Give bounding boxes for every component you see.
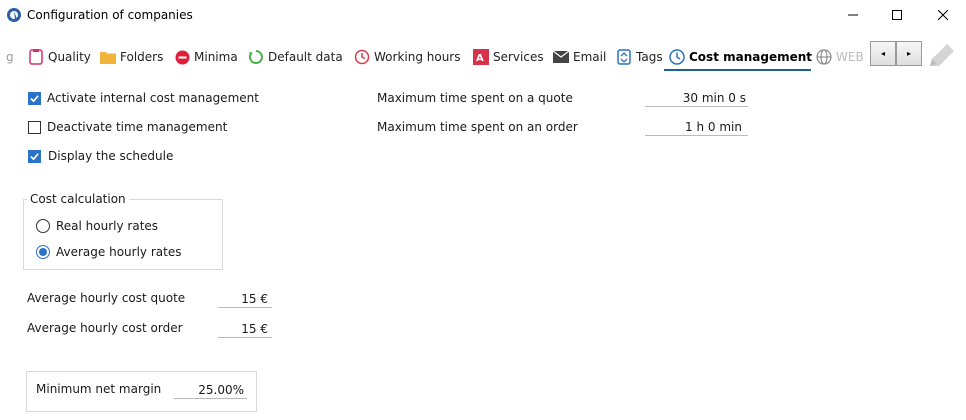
avg-cost-quote-field[interactable]: 15 €: [218, 292, 272, 308]
checkmark-icon: [30, 95, 39, 103]
maximize-icon: [892, 10, 902, 20]
close-icon: [938, 10, 948, 20]
tab-working-hours[interactable]: Working hours: [354, 47, 461, 67]
average-hourly-rates-label: Average hourly rates: [56, 245, 182, 259]
net-margin-field[interactable]: 25.00%: [174, 383, 247, 399]
tab-scroll-right-button[interactable]: ▸: [896, 41, 922, 66]
tags-icon: [616, 49, 632, 65]
max-time-quote-label: Maximum time spent on a quote: [377, 91, 573, 105]
tab-email[interactable]: Email: [553, 47, 606, 67]
window-title: Configuration of companies: [27, 8, 193, 22]
tab-web[interactable]: WEB: [816, 47, 868, 67]
activate-cost-mgmt-checkbox[interactable]: [28, 92, 41, 105]
svg-text:A: A: [476, 53, 484, 64]
edit-pencil-icon[interactable]: [926, 40, 958, 72]
scroll-left-icon: ◂: [880, 49, 885, 58]
tab-default-data[interactable]: Default data: [248, 47, 343, 67]
minimize-icon: [848, 14, 858, 16]
tab-minima[interactable]: Minima: [174, 47, 238, 67]
avg-cost-order-label: Average hourly cost order: [27, 321, 183, 335]
tab-tags[interactable]: Tags: [616, 47, 663, 67]
scroll-right-icon: ▸: [906, 49, 911, 58]
display-schedule-checkbox[interactable]: [28, 150, 41, 163]
max-time-order-field[interactable]: 1 h 0 min: [645, 120, 748, 136]
tab-scroll-left-button[interactable]: ◂: [870, 41, 896, 66]
avg-cost-quote-label: Average hourly cost quote: [27, 291, 186, 305]
minima-icon: [174, 49, 190, 65]
deactivate-time-mgmt-checkbox[interactable]: [28, 121, 41, 134]
average-hourly-rates-radio[interactable]: [36, 245, 50, 259]
radio-selected-dot: [39, 248, 47, 256]
display-schedule-label: Display the schedule: [48, 149, 174, 163]
services-icon: A: [473, 49, 489, 65]
maximize-button[interactable]: [874, 0, 920, 30]
deactivate-time-mgmt-label: Deactivate time management: [47, 120, 228, 134]
net-margin-label: Minimum net margin: [36, 382, 162, 396]
cost-calculation-legend: Cost calculation: [27, 192, 129, 206]
active-tab-indicator: [664, 69, 811, 71]
cost-calculation-group: [23, 199, 223, 270]
real-hourly-rates-label: Real hourly rates: [56, 219, 159, 233]
title-bar: Configuration of companies: [0, 0, 966, 30]
checkmark-icon: [30, 153, 39, 161]
default-data-icon: [248, 49, 264, 65]
max-time-quote-field[interactable]: 30 min 0 s: [645, 91, 748, 107]
working-hours-icon: [354, 49, 370, 65]
minimize-button[interactable]: [830, 0, 876, 30]
tab-clipped[interactable]: g: [6, 47, 14, 67]
tab-services[interactable]: A Services: [473, 47, 544, 67]
tab-quality[interactable]: Quality: [28, 47, 91, 67]
close-button[interactable]: [920, 0, 966, 30]
avg-cost-order-field[interactable]: 15 €: [218, 322, 272, 338]
max-time-order-label: Maximum time spent on an order: [377, 120, 578, 134]
quality-icon: [28, 49, 44, 65]
globe-icon: [816, 49, 832, 65]
tab-cost-management[interactable]: Cost management: [669, 47, 812, 67]
folder-icon: [100, 49, 116, 65]
app-logo-icon: [7, 8, 21, 22]
activate-cost-mgmt-label: Activate internal cost management: [47, 91, 259, 105]
clock-icon: [669, 49, 685, 65]
email-icon: [553, 49, 569, 65]
real-hourly-rates-radio[interactable]: [36, 219, 50, 233]
tab-folders[interactable]: Folders: [100, 47, 163, 67]
